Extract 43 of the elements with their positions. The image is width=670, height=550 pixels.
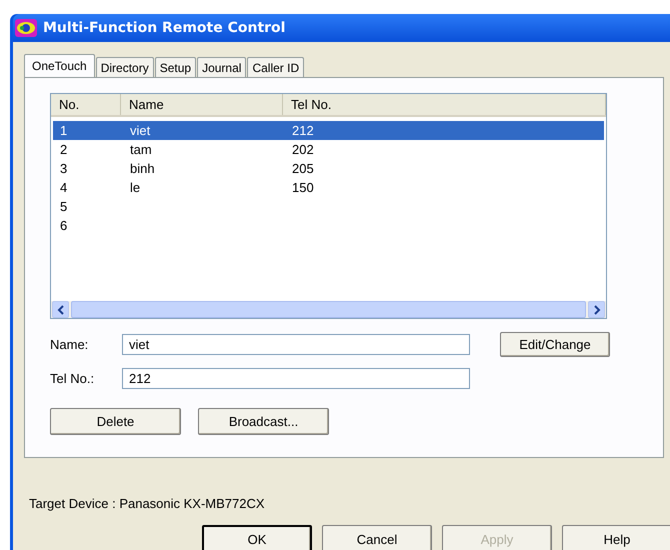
list-row[interactable]: 5 bbox=[53, 197, 604, 216]
column-header[interactable]: Name bbox=[121, 94, 283, 115]
tab[interactable]: Journal bbox=[197, 57, 246, 77]
list-cell-text: binh bbox=[129, 161, 156, 176]
scroll-right-button[interactable] bbox=[588, 301, 605, 318]
name-label: Name: bbox=[50, 336, 90, 352]
tab[interactable]: Setup bbox=[154, 57, 196, 77]
list-cell-text: viet bbox=[129, 123, 152, 138]
window-title: Multi-Function Remote Control bbox=[43, 20, 286, 36]
scroll-left-button[interactable] bbox=[52, 301, 69, 318]
delete-button[interactable]: Delete bbox=[50, 408, 181, 435]
target-device-text: Target Device : Panasonic KX-MB772CX bbox=[29, 496, 266, 511]
edit-change-button[interactable]: Edit/Change bbox=[500, 332, 610, 356]
tel-no-label: Tel No.: bbox=[50, 370, 96, 386]
list-row[interactable]: 2 tam 202 bbox=[53, 140, 604, 159]
list-cell-text: 1 bbox=[59, 123, 68, 138]
tab[interactable]: Directory bbox=[96, 57, 154, 77]
tel-no-field[interactable]: 212 bbox=[122, 368, 470, 388]
list-cell-text: 205 bbox=[291, 161, 315, 176]
dialog-button[interactable]: Cancel bbox=[322, 525, 432, 550]
list-cell-text: 3 bbox=[59, 161, 68, 176]
list-cell-text: 2 bbox=[59, 142, 68, 157]
list-cell-text: 150 bbox=[291, 180, 315, 195]
list-cell-text: 212 bbox=[291, 123, 315, 138]
dialog-button[interactable]: OK bbox=[202, 525, 312, 550]
column-header[interactable]: Tel No. bbox=[283, 94, 606, 115]
tab[interactable]: Caller ID bbox=[247, 57, 304, 77]
name-field[interactable]: viet bbox=[122, 334, 470, 354]
tab[interactable]: OneTouch bbox=[24, 54, 95, 77]
list-row[interactable]: 1 viet 212 bbox=[53, 121, 604, 140]
list-row[interactable]: 4 le 150 bbox=[53, 178, 604, 197]
list-row[interactable]: 3 binh 205 bbox=[53, 159, 604, 178]
column-header[interactable]: No. bbox=[51, 94, 121, 115]
list-cell-text: 5 bbox=[59, 199, 68, 214]
list-cell-text: tam bbox=[129, 142, 153, 157]
list-cell-text: le bbox=[129, 180, 142, 195]
list-cell-text: 6 bbox=[59, 218, 68, 233]
broadcast-button[interactable]: Broadcast... bbox=[198, 408, 329, 435]
list-cell-text: 4 bbox=[59, 180, 68, 195]
list-row[interactable]: 6 bbox=[53, 216, 604, 235]
list-cell-text: 202 bbox=[291, 142, 315, 157]
dialog-button[interactable]: Help bbox=[562, 525, 670, 550]
app-icon bbox=[15, 19, 37, 37]
